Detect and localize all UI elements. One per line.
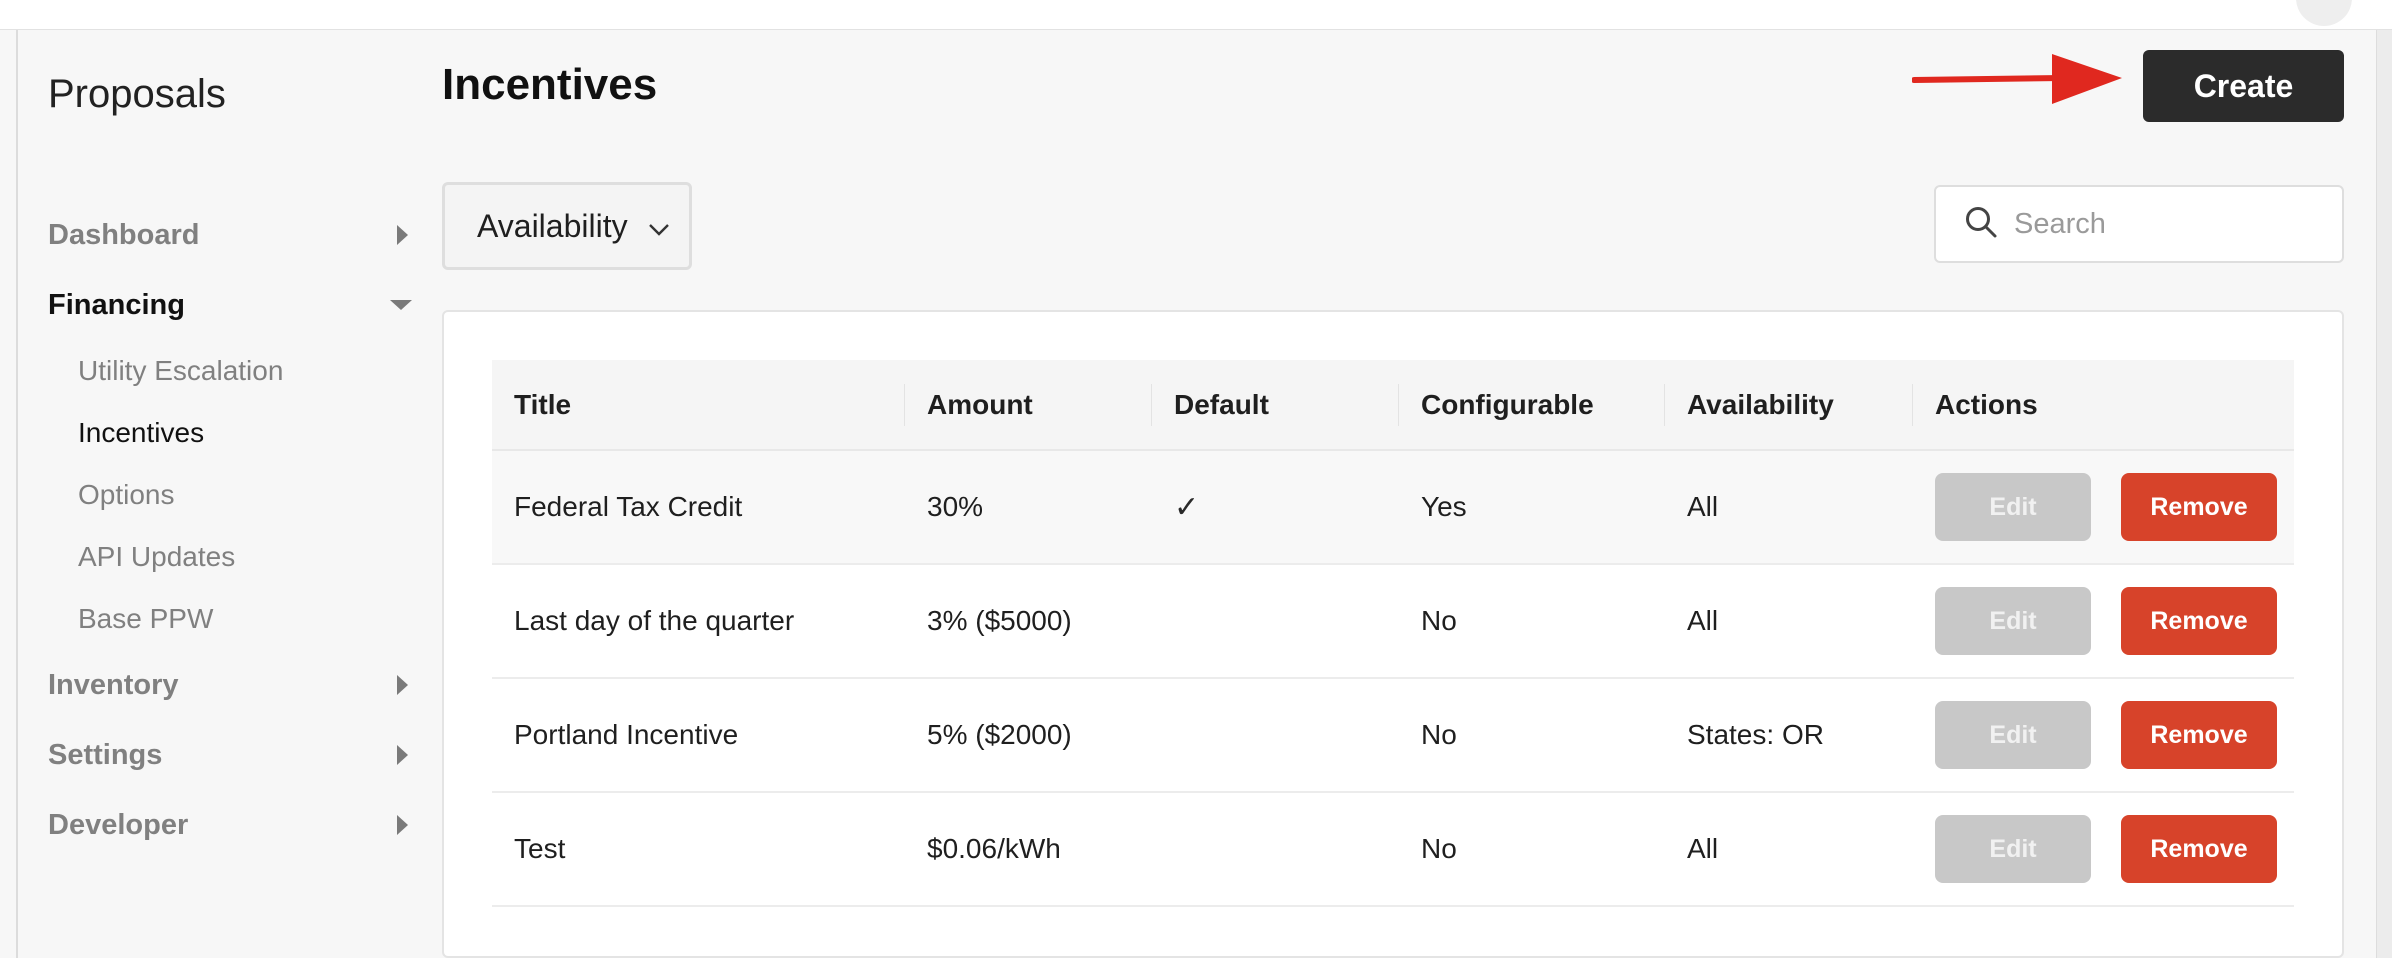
- search-icon: [1964, 205, 1998, 244]
- table-row: Test $0.06/kWh No All Edit Remove: [492, 792, 2294, 906]
- remove-button[interactable]: Remove: [2121, 815, 2277, 883]
- caret-right-icon: [397, 225, 408, 245]
- column-header-title[interactable]: Title: [492, 360, 905, 450]
- column-header-configurable[interactable]: Configurable: [1399, 360, 1665, 450]
- page-title: Incentives: [442, 60, 658, 109]
- remove-button[interactable]: Remove: [2121, 701, 2277, 769]
- sidebar-item-dashboard[interactable]: Dashboard: [48, 200, 408, 270]
- availability-filter-dropdown[interactable]: Availability: [442, 182, 692, 270]
- caret-right-icon: [397, 815, 408, 835]
- sidebar-subitem-options[interactable]: Options: [78, 464, 408, 526]
- cell-amount: 5% ($2000): [927, 719, 1072, 750]
- top-bar: [0, 0, 2392, 30]
- cell-title: Last day of the quarter: [514, 605, 795, 636]
- cell-default: [1152, 564, 1399, 678]
- sidebar-item-label: Financing: [48, 288, 185, 321]
- sidebar-item-label: Inventory: [48, 668, 179, 701]
- create-button[interactable]: Create: [2143, 50, 2344, 122]
- annotation-arrow-icon: [1911, 50, 2124, 106]
- sidebar-subitem-incentives[interactable]: Incentives: [78, 402, 408, 464]
- search-box[interactable]: [1934, 185, 2344, 263]
- sidebar-item-label: Developer: [48, 808, 189, 841]
- incentives-table: Title Amount Default Configurable Availa…: [492, 360, 2294, 907]
- cell-availability: All: [1687, 833, 1719, 864]
- cell-actions: Edit Remove: [1913, 792, 2294, 906]
- financing-subnav: Utility Escalation Incentives Options AP…: [78, 340, 408, 650]
- avatar[interactable]: [2296, 0, 2352, 26]
- sidebar-subitem-api-updates[interactable]: API Updates: [78, 526, 408, 588]
- cell-actions: Edit Remove: [1913, 450, 2294, 564]
- cell-amount: $0.06/kWh: [927, 833, 1061, 864]
- table-row: Federal Tax Credit 30% ✓ Yes All Edit Rem…: [492, 450, 2294, 564]
- remove-button[interactable]: Remove: [2121, 473, 2277, 541]
- chevron-down-icon: [648, 208, 670, 245]
- cell-availability: All: [1687, 491, 1719, 522]
- edit-button[interactable]: Edit: [1935, 473, 2091, 541]
- cell-title: Portland Incentive: [514, 719, 739, 750]
- cell-amount: 3% ($5000): [927, 605, 1072, 636]
- cell-title: Test: [514, 833, 566, 864]
- sidebar-item-settings[interactable]: Settings: [48, 720, 408, 790]
- sidebar-item-label: Dashboard: [48, 218, 200, 251]
- cell-default: [1152, 792, 1399, 906]
- cell-title: Federal Tax Credit: [514, 491, 743, 522]
- sidebar-item-developer[interactable]: Developer: [48, 790, 408, 860]
- column-header-availability[interactable]: Availability: [1665, 360, 1913, 450]
- column-header-actions: Actions: [1935, 388, 2038, 420]
- availability-filter-label: Availability: [477, 207, 628, 244]
- column-header-default[interactable]: Default: [1152, 360, 1399, 450]
- search-input[interactable]: [2014, 207, 2314, 241]
- incentives-table-card: Title Amount Default Configurable Availa…: [442, 310, 2344, 958]
- sidebar-item-financing[interactable]: Financing: [48, 270, 412, 340]
- cell-actions: Edit Remove: [1913, 564, 2294, 678]
- table-row: Last day of the quarter 3% ($5000) No Al…: [492, 564, 2294, 678]
- scrollbar[interactable]: [2376, 30, 2392, 958]
- remove-button[interactable]: Remove: [2121, 587, 2277, 655]
- app-title: Proposals: [48, 72, 226, 116]
- edit-button[interactable]: Edit: [1935, 701, 2091, 769]
- edit-button[interactable]: Edit: [1935, 587, 2091, 655]
- cell-availability: States: OR: [1687, 719, 1824, 750]
- sidebar-subitem-base-ppw[interactable]: Base PPW: [78, 588, 408, 650]
- cell-default-check-icon: ✓: [1174, 490, 1200, 524]
- table-row: Portland Incentive 5% ($2000) No States:…: [492, 678, 2294, 792]
- cell-configurable: No: [1421, 833, 1457, 864]
- edit-button[interactable]: Edit: [1935, 815, 2091, 883]
- sidebar-nav: Dashboard Financing Utility Escalation I…: [48, 200, 412, 860]
- left-divider: [16, 30, 18, 958]
- cell-amount: 30%: [927, 491, 984, 522]
- caret-right-icon: [397, 745, 408, 765]
- cell-default: [1152, 678, 1399, 792]
- sidebar-item-label: Settings: [48, 738, 163, 771]
- cell-actions: Edit Remove: [1913, 678, 2294, 792]
- cell-configurable: Yes: [1421, 491, 1467, 522]
- cell-configurable: No: [1421, 719, 1457, 750]
- table-header-row: Title Amount Default Configurable Availa…: [492, 360, 2294, 450]
- caret-down-icon: [390, 300, 412, 310]
- cell-availability: All: [1687, 605, 1719, 636]
- sidebar-subitem-utility-escalation[interactable]: Utility Escalation: [78, 340, 408, 402]
- column-header-amount[interactable]: Amount: [905, 360, 1152, 450]
- caret-right-icon: [397, 675, 408, 695]
- sidebar-item-inventory[interactable]: Inventory: [48, 650, 408, 720]
- cell-configurable: No: [1421, 605, 1457, 636]
